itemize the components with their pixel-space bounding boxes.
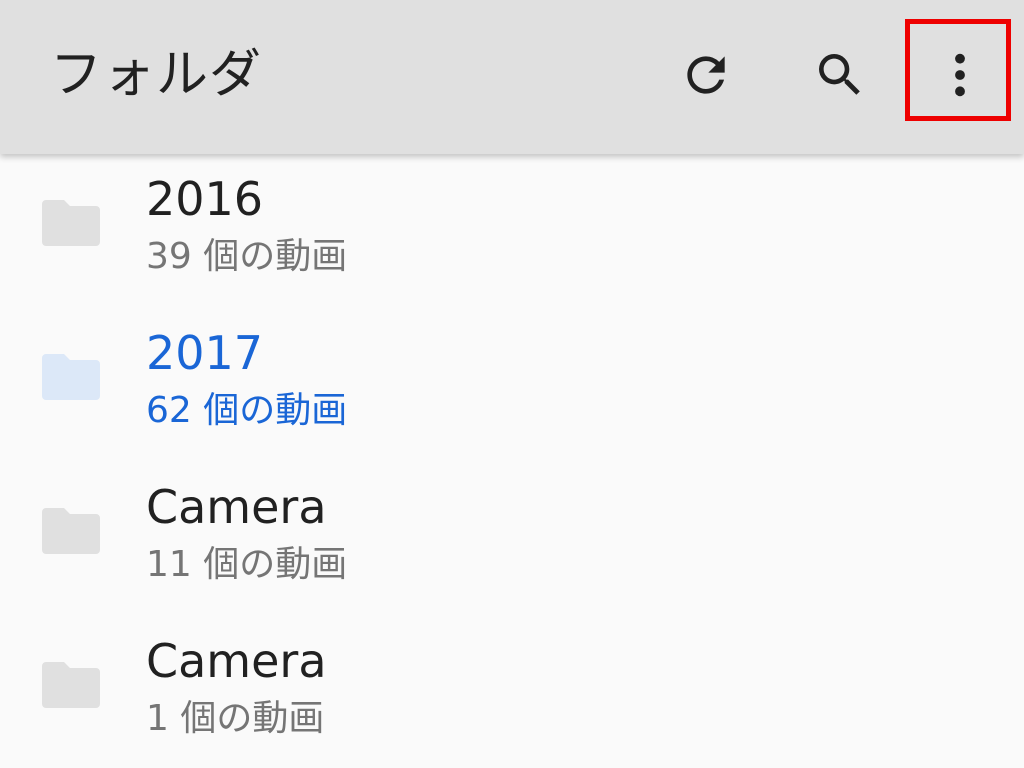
folder-name: 2017 [146,326,264,380]
app-toolbar: フォルダ [0,0,1024,154]
refresh-icon [687,56,725,94]
folder-row-camera[interactable]: Camera 11 個の動画 [0,462,1024,616]
folder-video-count: 62 個の動画 [146,390,348,431]
folder-list: 2016 39 個の動画 2017 62 個の動画 Camera 11 個の動画… [0,154,1024,768]
search-icon [819,54,860,95]
folder-row-2017[interactable]: 2017 62 個の動画 [0,308,1024,462]
app-window: フォルダ 2016 39 個の動画 2017 62 個の動画 Camera 11… [0,0,1024,768]
folder-row-2016[interactable]: 2016 39 個の動画 [0,154,1024,308]
folder-row-camera-2[interactable]: Camera 1 個の動画 [0,616,1024,768]
search-button[interactable] [800,35,880,115]
folder-video-count: 11 個の動画 [146,544,348,585]
folder-icon [42,200,100,246]
folder-icon [42,662,100,708]
folder-video-count: 1 個の動画 [146,698,325,739]
highlight-annotation-box [905,19,1011,121]
folder-name: Camera [146,634,327,688]
page-title: フォルダ [50,45,263,105]
folder-icon [42,508,100,554]
folder-video-count: 39 個の動画 [146,236,348,277]
folder-name: Camera [146,480,327,534]
refresh-button[interactable] [666,35,746,115]
folder-name: 2016 [146,172,264,226]
folder-icon [42,354,100,400]
